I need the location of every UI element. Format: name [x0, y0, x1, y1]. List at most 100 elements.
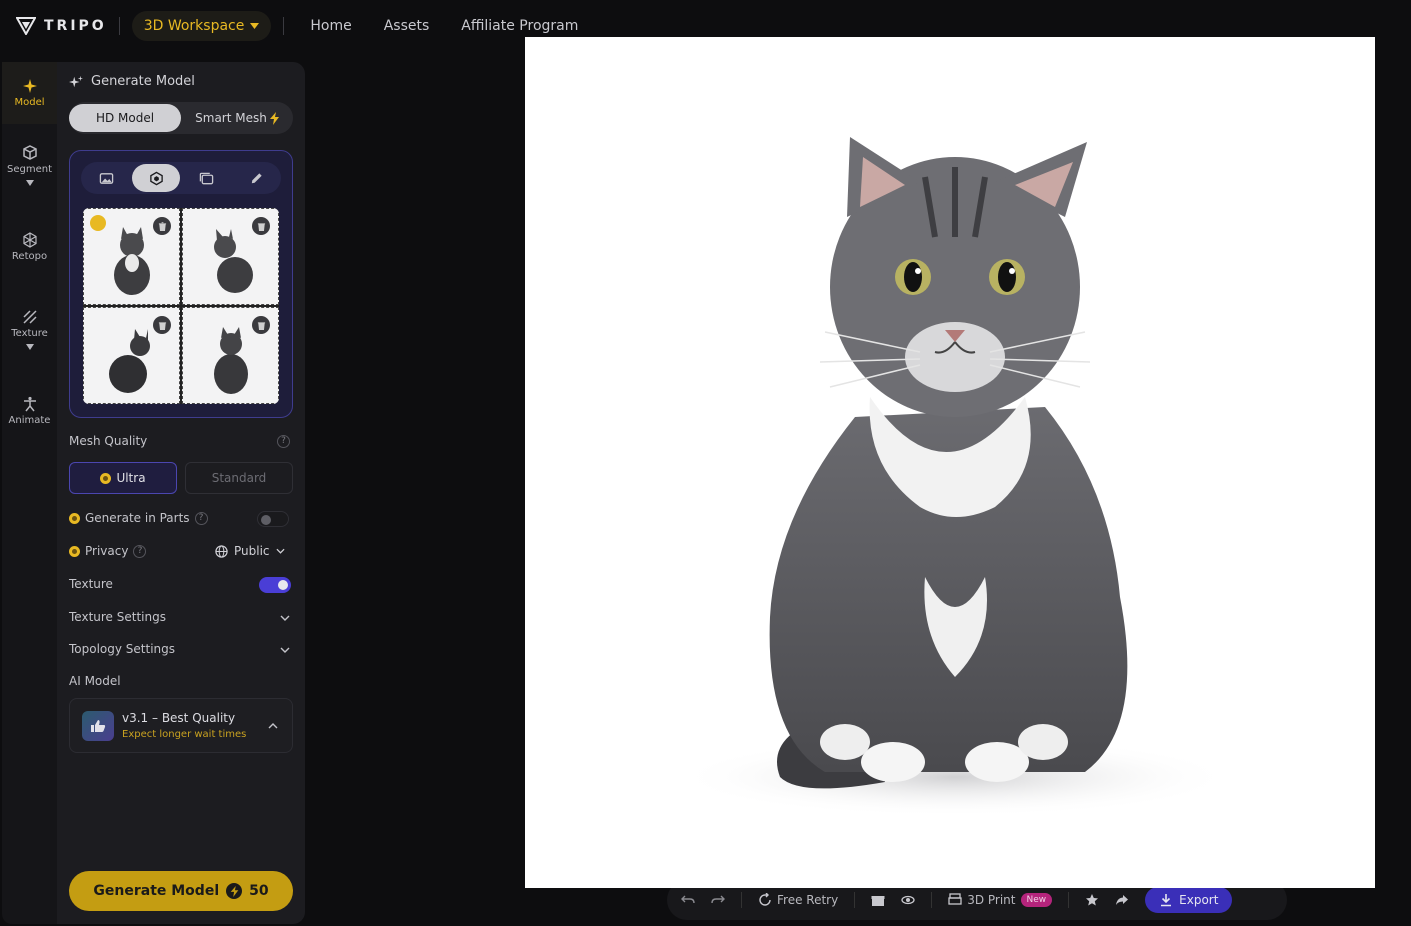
sparkle-icon	[22, 79, 37, 93]
thumbs-up-icon	[91, 720, 106, 732]
generate-parts-row: Generate in Parts ?	[69, 511, 208, 525]
sparkle-icon	[69, 75, 83, 87]
toolbar-divider	[1068, 892, 1070, 908]
topology-settings-row[interactable]: Topology Settings	[69, 642, 175, 656]
delete-view-button[interactable]	[153, 217, 171, 235]
coin-icon	[69, 512, 80, 524]
chevron-down-icon[interactable]	[280, 615, 290, 621]
workspace-dropdown[interactable]: 3D Workspace	[131, 11, 272, 41]
star-icon[interactable]	[1085, 893, 1099, 907]
rail-label: Model	[14, 97, 45, 108]
generate-parts-toggle[interactable]	[257, 511, 289, 527]
nav-link-assets[interactable]: Assets	[384, 18, 430, 34]
brand-logo[interactable]: TRIPO	[16, 17, 107, 35]
model-type-switch: HD Model Smart Mesh	[69, 102, 293, 134]
label-text: Mesh Quality	[69, 434, 148, 448]
quality-ultra-option[interactable]: Ultra	[69, 462, 177, 494]
rail-label: Texture	[11, 327, 48, 339]
panel-title: Generate Model	[69, 74, 195, 89]
credit-icon	[226, 883, 243, 899]
new-badge: New	[1020, 893, 1053, 907]
workspace-label: 3D Workspace	[143, 18, 245, 34]
texture-settings-row[interactable]: Texture Settings	[69, 610, 166, 624]
tab-single-image[interactable]	[82, 164, 130, 192]
tab-smart-mesh[interactable]: Smart Mesh	[181, 104, 293, 132]
nav-links: Home Assets Affiliate Program	[310, 18, 610, 34]
label-text: Texture	[69, 577, 113, 591]
trash-icon	[257, 321, 265, 330]
globe-icon	[215, 544, 228, 558]
trash-icon	[158, 321, 166, 330]
mesh-icon	[22, 232, 37, 248]
rail-item-animate[interactable]: Animate	[2, 370, 57, 452]
view-three-quarter[interactable]	[83, 307, 180, 404]
coin-icon	[69, 545, 80, 557]
print-3d-button[interactable]: 3D Print New	[948, 893, 1053, 907]
view-side[interactable]	[182, 208, 279, 305]
tripo-logo-icon	[16, 17, 36, 35]
help-icon[interactable]: ?	[133, 544, 147, 558]
ai-model-selector[interactable]: v3.1 – Best Quality Expect longer wait t…	[69, 698, 293, 753]
rail-item-model[interactable]: Model	[2, 62, 57, 124]
rail-item-texture[interactable]: Texture	[2, 288, 57, 370]
cube-segment-icon	[22, 144, 37, 160]
printer-icon	[948, 893, 962, 905]
figure-icon	[23, 396, 36, 412]
delete-view-button[interactable]	[153, 316, 171, 334]
view-back[interactable]	[182, 307, 279, 404]
credit-cost: 50	[249, 883, 269, 899]
help-icon[interactable]: ?	[277, 435, 290, 448]
pencil-icon	[251, 172, 262, 183]
brand-name: TRIPO	[44, 18, 107, 34]
delete-view-button[interactable]	[252, 217, 270, 235]
button-label: 3D Print	[967, 893, 1016, 907]
tab-label: Smart Mesh	[195, 111, 267, 125]
retry-icon	[759, 893, 771, 906]
gift-icon[interactable]	[871, 893, 885, 907]
tool-rail: Model Segment Retopo Texture Animate	[2, 62, 57, 924]
tab-text-prompt[interactable]	[232, 164, 280, 192]
texture-toggle[interactable]	[259, 577, 291, 593]
rail-item-retopo[interactable]: Retopo	[2, 206, 57, 288]
ai-model-name: v3.1 – Best Quality	[122, 711, 236, 725]
coin-icon	[100, 472, 112, 484]
nav-divider	[118, 17, 120, 35]
privacy-dropdown[interactable]: Public	[215, 544, 285, 558]
cube-view-icon	[149, 171, 163, 185]
tab-batch-images[interactable]	[182, 164, 230, 192]
trash-icon	[158, 221, 166, 231]
rail-item-segment[interactable]: Segment	[2, 124, 57, 206]
nav-link-affiliate[interactable]: Affiliate Program	[461, 18, 578, 34]
tab-hd-model[interactable]: HD Model	[69, 104, 181, 132]
images-stack-icon	[199, 172, 213, 184]
label-text: Privacy	[85, 544, 129, 558]
input-image-preview	[525, 37, 1375, 888]
toolbar-divider	[741, 892, 742, 908]
ai-model-note: Expect longer wait times	[122, 729, 247, 740]
help-icon[interactable]: ?	[194, 511, 208, 525]
caret-down-icon	[25, 179, 34, 186]
chevron-down-icon[interactable]	[280, 647, 290, 653]
mesh-quality-selector: Ultra Standard	[69, 462, 293, 494]
label-text: Texture Settings	[69, 610, 166, 624]
nav-link-home[interactable]: Home	[310, 18, 351, 34]
label-text: Generate in Parts	[85, 511, 190, 525]
tab-multi-view[interactable]	[132, 164, 180, 192]
share-icon[interactable]	[1115, 893, 1129, 907]
export-button[interactable]: Export	[1145, 887, 1233, 913]
toolbar-divider	[931, 892, 933, 908]
caret-down-icon	[25, 343, 34, 350]
ar-view-icon[interactable]	[901, 893, 915, 907]
free-retry-button[interactable]: Free Retry	[758, 893, 838, 907]
view-front[interactable]	[83, 208, 180, 305]
redo-icon[interactable]	[711, 893, 725, 907]
privacy-row: Privacy ?	[69, 544, 147, 558]
undo-icon[interactable]	[681, 893, 695, 907]
button-label: Free Retry	[777, 893, 839, 907]
generate-model-button[interactable]: Generate Model 50	[69, 871, 293, 911]
delete-view-button[interactable]	[252, 316, 270, 334]
quality-standard-option[interactable]: Standard	[185, 462, 293, 494]
button-label: Export	[1179, 893, 1219, 907]
texture-hatch-icon	[22, 309, 37, 324]
crown-badge-icon	[90, 215, 106, 231]
